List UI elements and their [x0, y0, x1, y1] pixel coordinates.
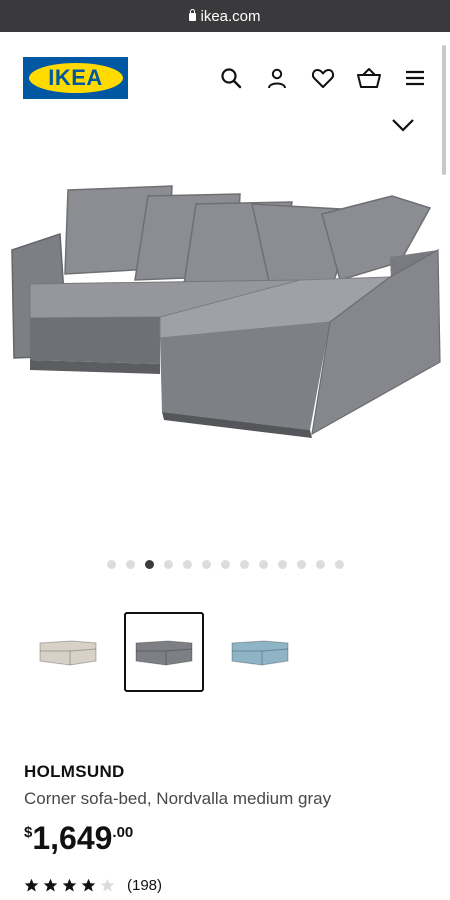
sofa-thumbnail-image — [231, 640, 289, 666]
lock-icon — [189, 9, 197, 21]
sofa-thumbnail-image — [39, 640, 97, 666]
gallery-dot[interactable] — [201, 560, 211, 569]
search-icon[interactable] — [218, 65, 244, 91]
sofa-thumbnail-image — [135, 640, 193, 666]
ikea-logo[interactable]: IKEA — [23, 57, 128, 99]
gallery-dot[interactable] — [182, 560, 192, 569]
star-filled-icon — [62, 878, 77, 892]
gallery-dot[interactable] — [220, 560, 230, 569]
menu-icon[interactable] — [402, 65, 428, 91]
color-thumbnail[interactable] — [220, 612, 300, 692]
star-filled-icon — [24, 878, 39, 892]
star-filled-icon — [43, 878, 58, 892]
price-decimal: .00 — [112, 824, 134, 841]
heart-icon[interactable] — [310, 65, 336, 91]
gallery-dot[interactable] — [258, 560, 268, 569]
price-integer: 1,649 — [32, 820, 113, 856]
price-currency: $ — [24, 824, 33, 841]
gallery-dot[interactable] — [106, 560, 116, 569]
gallery-dot[interactable] — [277, 560, 287, 569]
chevron-down-icon[interactable] — [391, 118, 415, 137]
product-description: Corner sofa-bed, Nordvalla medium gray — [24, 789, 332, 808]
gallery-dot[interactable] — [144, 560, 154, 569]
product-name[interactable]: HOLMSUND — [24, 762, 125, 782]
url-text: ikea.com — [200, 7, 261, 25]
product-price: $ 1,649 .00 — [24, 820, 133, 856]
gallery-pagination — [0, 560, 450, 569]
account-icon[interactable] — [264, 65, 290, 91]
color-variant-thumbnails — [28, 612, 300, 692]
gallery-dot[interactable] — [315, 560, 325, 569]
browser-url-bar[interactable]: ikea.com — [0, 0, 450, 32]
gallery-dot[interactable] — [334, 560, 344, 569]
gallery-dot[interactable] — [125, 560, 135, 569]
star-empty-icon — [100, 878, 115, 892]
logo-text: IKEA — [48, 65, 103, 90]
star-filled-icon — [81, 878, 96, 892]
product-rating[interactable]: (198) — [24, 877, 162, 894]
site-header: IKEA — [0, 32, 450, 122]
review-count[interactable]: (198) — [127, 877, 162, 894]
color-thumbnail[interactable] — [28, 612, 108, 692]
cart-icon[interactable] — [356, 65, 382, 91]
gallery-dot[interactable] — [239, 560, 249, 569]
gallery-dot[interactable] — [296, 560, 306, 569]
product-main-image[interactable] — [0, 112, 450, 552]
gallery-dot[interactable] — [163, 560, 173, 569]
color-thumbnail[interactable] — [124, 612, 204, 692]
